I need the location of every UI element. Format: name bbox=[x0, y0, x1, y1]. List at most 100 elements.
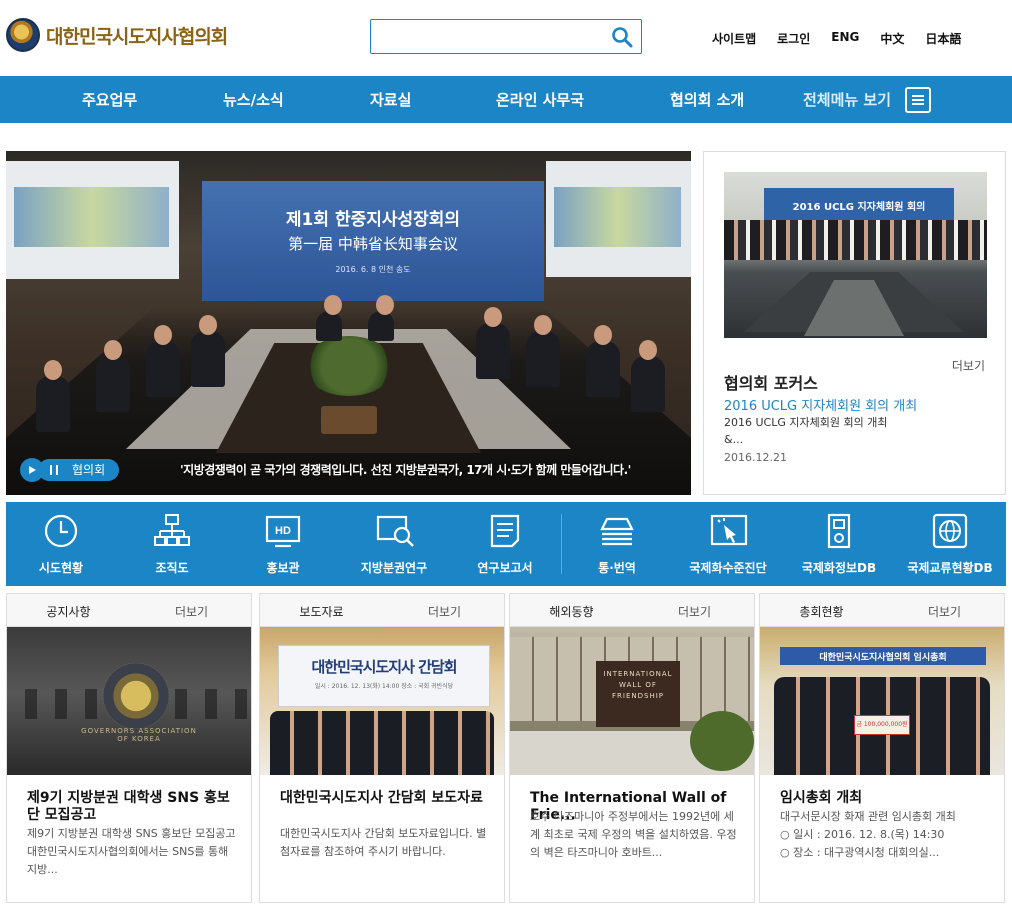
banner-date: 2016. 6. 8 인천 송도 bbox=[335, 265, 411, 274]
nav-item-main-work[interactable]: 주요업무 bbox=[82, 89, 137, 110]
focus-more-link[interactable]: 더보기 bbox=[952, 357, 985, 374]
svg-text:HD: HD bbox=[275, 525, 291, 537]
pause-tag-button[interactable]: 협의회 bbox=[38, 459, 120, 481]
emblem-icon bbox=[6, 18, 40, 52]
search-icon[interactable] bbox=[611, 26, 633, 48]
event-banner: 대한민국시도지사 간담회 일시 : 2016. 12. 13(화) 14:00 … bbox=[278, 645, 490, 707]
focus-photo[interactable]: 2016 UCLG 지자체회원 회의 bbox=[724, 172, 987, 338]
quick-menu-bar: 시도현황 조직도 HD 홍보관 지방분권연구 연구보고서 통·번역 국제화수준진… bbox=[6, 502, 1006, 586]
card-summary: 호주 타즈마니아 주정부에서는 1992년에 세계 최초로 국제 우정의 벽을 … bbox=[530, 810, 737, 859]
card-header: 해외동향 더보기 bbox=[510, 594, 754, 627]
event-banner: 대한민국시도지사협의회 임시총회 bbox=[780, 647, 986, 665]
quick-item-intl-exchange-db[interactable]: 국제교류현황DB bbox=[895, 502, 1005, 586]
card-category[interactable]: 총회현황 bbox=[760, 603, 883, 620]
layers-icon bbox=[600, 517, 634, 546]
shrub bbox=[690, 711, 754, 771]
focus-description: 2016 UCLG 지자체회원 회의 개최 &... bbox=[724, 416, 888, 446]
hamburger-menu-icon[interactable] bbox=[905, 87, 931, 113]
association-seal bbox=[103, 663, 169, 729]
overseas-card: 해외동향 더보기 INTERNATIONAL WALL OF FRIENDSHI… bbox=[509, 593, 755, 903]
utility-links: 사이트맵 로그인 ENG 中文 日本語 bbox=[712, 30, 982, 47]
banner-title-ko: 제1회 한중지사성장회의 bbox=[285, 210, 461, 230]
group-photo bbox=[724, 220, 987, 260]
image-caption: GOVERNORS ASSOCIATION OF KOREA bbox=[81, 727, 197, 743]
all-menu-link[interactable]: 전체메뉴 보기 bbox=[803, 89, 891, 110]
left-screen-image bbox=[6, 161, 179, 279]
right-screen-image bbox=[546, 161, 691, 277]
globe-icon bbox=[932, 513, 968, 549]
focus-photo-banner: 2016 UCLG 지자체회원 회의 bbox=[764, 188, 954, 224]
assembly-card: 총회현황 더보기 대한민국시도지사협의회 임시총회 금 100,000,000원… bbox=[759, 593, 1005, 903]
play-icon bbox=[29, 466, 36, 474]
card-title[interactable]: 제9기 지방분권 대학생 SNS 홍보단 모집공고 bbox=[27, 790, 237, 824]
attendee bbox=[476, 307, 510, 379]
attendee bbox=[586, 325, 620, 397]
sitemap-link[interactable]: 사이트맵 bbox=[712, 30, 756, 47]
card-more-link[interactable]: 더보기 bbox=[130, 603, 253, 620]
japanese-link[interactable]: 日本語 bbox=[925, 30, 961, 47]
english-link[interactable]: ENG bbox=[831, 30, 859, 47]
card-category[interactable]: 해외동향 bbox=[510, 603, 633, 620]
focus-title: 협의회 포커스 bbox=[724, 374, 818, 393]
quick-item-pr[interactable]: HD 홍보관 bbox=[228, 502, 338, 586]
slider-tag-label: 협의회 bbox=[72, 463, 106, 477]
quick-item-report[interactable]: 연구보고서 bbox=[450, 502, 560, 586]
quick-item-intl-info-db[interactable]: 국제화정보DB bbox=[784, 502, 894, 586]
quick-item-translation[interactable]: 통·번역 bbox=[562, 502, 672, 586]
hd-monitor-icon: HD bbox=[265, 515, 301, 548]
card-header: 총회현황 더보기 bbox=[760, 594, 1004, 627]
quick-item-research[interactable]: 지방분권연구 bbox=[339, 502, 449, 586]
attendee bbox=[368, 295, 394, 341]
database-icon bbox=[827, 513, 851, 549]
attendee bbox=[146, 325, 180, 397]
card-summary: 제9기 지방분권 대학생 SNS 홍보단 모집공고 대한민국시도지사협의회에서는… bbox=[27, 827, 236, 876]
card-image[interactable]: INTERNATIONAL WALL OF FRIENDSHIP bbox=[510, 627, 754, 775]
card-title[interactable]: 대한민국시도지사 간담회 보도자료 bbox=[280, 790, 490, 807]
search-document-icon bbox=[376, 515, 414, 547]
logo-text: 대한민국시도지사협의회 bbox=[46, 25, 228, 48]
card-header: 보도자료 더보기 bbox=[260, 594, 504, 627]
attendee bbox=[96, 340, 130, 412]
org-chart-icon bbox=[154, 514, 190, 546]
donation-check: 금 100,000,000원 bbox=[854, 715, 910, 735]
hero-slider: 제1회 한중지사성장회의 第一届 中韩省长知事会议 2016. 6. 8 인천 … bbox=[6, 151, 691, 495]
attendee bbox=[631, 340, 665, 412]
header: 대한민국시도지사협의회 사이트맵 로그인 ENG 中文 日本語 bbox=[0, 0, 1012, 76]
clock-icon bbox=[44, 514, 78, 548]
card-image[interactable]: GOVERNORS ASSOCIATION OF KOREA bbox=[7, 627, 251, 775]
main-navigation: 주요업무 뉴스/소식 자료실 온라인 사무국 협의회 소개 전체메뉴 보기 bbox=[0, 76, 1012, 123]
card-category[interactable]: 보도자료 bbox=[260, 603, 383, 620]
card-more-link[interactable]: 더보기 bbox=[633, 603, 756, 620]
quick-item-status[interactable]: 시도현황 bbox=[6, 502, 116, 586]
slider-controls: 협의회 bbox=[20, 458, 120, 482]
card-more-link[interactable]: 더보기 bbox=[883, 603, 1006, 620]
card-title[interactable]: 임시총회 개최 bbox=[780, 790, 990, 807]
search-input[interactable] bbox=[371, 20, 601, 53]
chinese-link[interactable]: 中文 bbox=[880, 30, 904, 47]
login-link[interactable]: 로그인 bbox=[777, 30, 810, 47]
card-category[interactable]: 공지사항 bbox=[7, 603, 130, 620]
diagnosis-icon bbox=[710, 514, 748, 546]
attendee bbox=[316, 295, 342, 341]
card-image[interactable]: 대한민국시도지사 간담회 일시 : 2016. 12. 13(화) 14:00 … bbox=[260, 627, 504, 775]
card-image[interactable]: 대한민국시도지사협의회 임시총회 금 100,000,000원 bbox=[760, 627, 1004, 775]
bonsai-pot bbox=[321, 406, 377, 434]
focus-headline-link[interactable]: 2016 UCLG 지자체회원 회의 개최 bbox=[724, 395, 917, 414]
conference-banner: 제1회 한중지사성장회의 第一届 中韩省长知事会议 2016. 6. 8 인천 … bbox=[202, 181, 544, 301]
card-summary: 대구서문시장 화재 관련 임시총회 개최 ○ 일시 : 2016. 12. 8.… bbox=[780, 810, 956, 859]
quick-item-intl-diagnosis[interactable]: 국제화수준진단 bbox=[673, 502, 783, 586]
card-more-link[interactable]: 더보기 bbox=[383, 603, 506, 620]
focus-date: 2016.12.21 bbox=[724, 451, 787, 464]
notice-card: 공지사항 더보기 GOVERNORS ASSOCIATION OF KOREA … bbox=[6, 593, 252, 903]
wall-plaque: INTERNATIONAL WALL OF FRIENDSHIP bbox=[596, 661, 680, 727]
nav-item-news[interactable]: 뉴스/소식 bbox=[223, 89, 284, 110]
report-icon bbox=[490, 514, 520, 548]
nav-item-about[interactable]: 협의회 소개 bbox=[670, 89, 744, 110]
site-logo[interactable]: 대한민국시도지사협의회 bbox=[6, 18, 228, 52]
pause-icon bbox=[50, 465, 58, 475]
quick-item-org[interactable]: 조직도 bbox=[117, 502, 227, 586]
nav-item-online-office[interactable]: 온라인 사무국 bbox=[496, 89, 584, 110]
attendee bbox=[191, 315, 225, 387]
nav-item-archive[interactable]: 자료실 bbox=[370, 89, 411, 110]
attendee bbox=[36, 360, 70, 432]
